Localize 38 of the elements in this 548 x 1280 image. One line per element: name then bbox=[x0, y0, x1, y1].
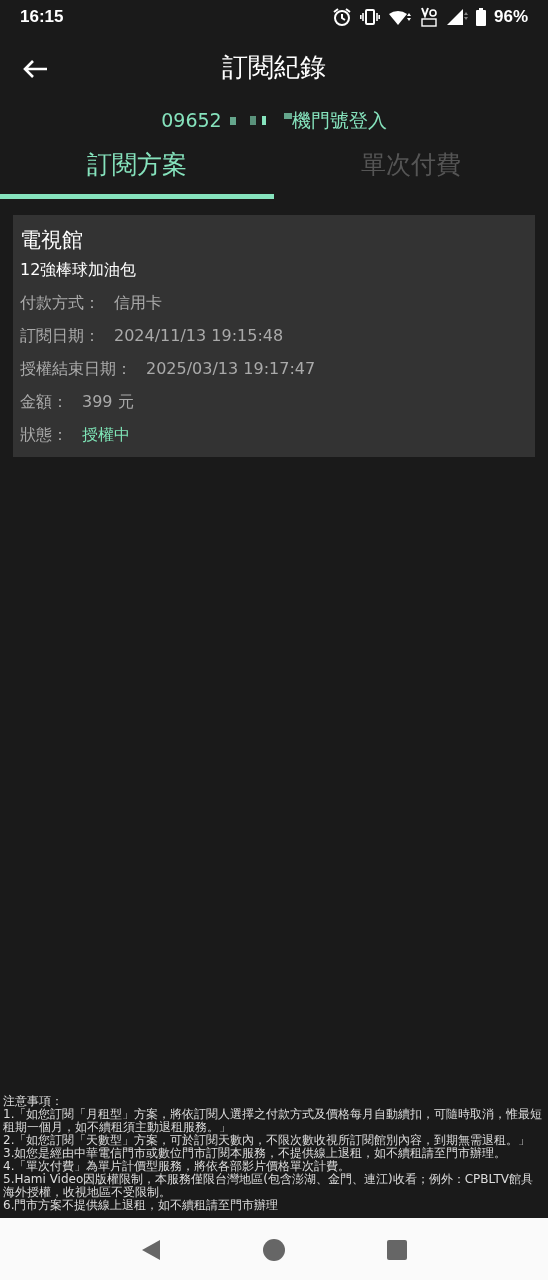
field-label: 狀態： bbox=[20, 423, 68, 446]
time-text: 16:15 bbox=[20, 6, 64, 29]
field-value: 2024/11/13 19:15:48 bbox=[114, 324, 284, 347]
field-label: 授權結束日期： bbox=[20, 357, 132, 380]
category-title: 電視館 bbox=[20, 226, 84, 254]
phone-number-text: 09652 bbox=[161, 107, 222, 133]
back-nav-button[interactable] bbox=[141, 1237, 161, 1261]
field-label: 付款方式： bbox=[20, 291, 100, 314]
note-text: 5.Hami Video因版權限制，本服務僅限台灣地區(包含澎湖、金門、連江)收看；例外：CPBLTV館具海外授權，收視地區不受限制。 bbox=[3, 1173, 535, 1199]
note-text: 6.門市方案不提供線上退租，如不續租請至門市辦理 bbox=[3, 1199, 280, 1212]
wifi-icon bbox=[387, 8, 412, 26]
page-title: 訂閱紀錄 bbox=[222, 50, 326, 84]
tab[interactable]: 訂閱方案 bbox=[0, 140, 274, 199]
note-text: 4.「單次付費」為單片計價型服務，將依各部影片價格單次計費。 bbox=[3, 1160, 352, 1173]
notes-heading: 注意事項： bbox=[3, 1095, 64, 1108]
recents-nav-button[interactable] bbox=[387, 1237, 407, 1261]
home-nav-button[interactable] bbox=[263, 1237, 285, 1261]
note-text: 3.如您是經由中華電信門市或數位門市訂閱本服務，不提供線上退租，如不續租請至門市辦理。 bbox=[3, 1147, 507, 1160]
back-triangle-icon bbox=[141, 1238, 161, 1261]
battery-icon bbox=[475, 8, 486, 26]
login-method-text: 機門號登入 bbox=[291, 107, 387, 133]
field-value: 信用卡 bbox=[114, 291, 162, 314]
vibrate-icon bbox=[359, 8, 380, 26]
field-label: 訂閱日期： bbox=[20, 324, 100, 347]
field-label: 金額： bbox=[20, 390, 68, 413]
home-circle-icon bbox=[263, 1238, 285, 1261]
field-value: 2025/03/13 19:17:47 bbox=[146, 357, 316, 380]
field-value: 399 元 bbox=[82, 390, 134, 413]
battery-text: 96% bbox=[493, 6, 528, 29]
back-arrow-icon bbox=[22, 58, 48, 79]
volte-icon bbox=[419, 7, 438, 27]
status-value: 授權中 bbox=[82, 423, 130, 446]
recents-square-icon bbox=[387, 1239, 407, 1260]
note-text: 2.「如您訂閱「天數型」方案，可於訂閱天數內，不限次數收視所訂閱館別內容，到期無需退租。」 bbox=[3, 1134, 532, 1147]
note-text: 1.「如您訂閱「月租型」方案，將依訂閱人選擇之付款方式及價格每月自動續扣，可隨時取消，惟最短租期一個月，如不續租須主動退租服務。」 bbox=[3, 1108, 544, 1134]
plan-name: 12強棒球加油包 bbox=[20, 259, 138, 281]
signal-icon bbox=[445, 8, 468, 26]
alarm-icon bbox=[331, 7, 352, 27]
